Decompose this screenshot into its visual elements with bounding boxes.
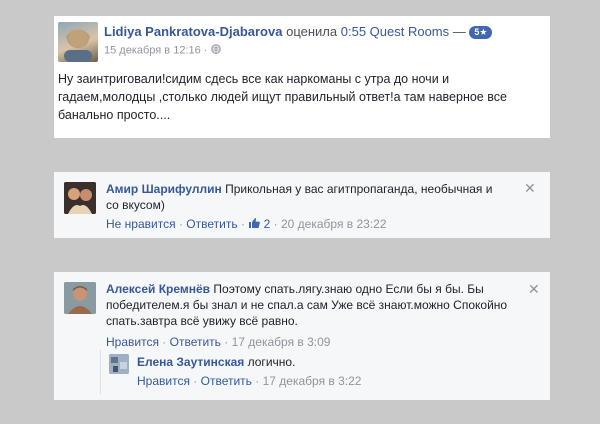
review-meta: 15 декабря в 12:16 · [104, 44, 221, 57]
comment-timestamp-link[interactable]: 17 декабря в 3:09 [232, 335, 331, 349]
reply-text: логично. [247, 355, 296, 369]
reply-actions: Нравится · Ответить · 17 декабря в 3:22 [137, 374, 361, 388]
review-timestamp-link[interactable]: 15 декабря в 12:16 [104, 44, 201, 56]
action-separator: · [178, 217, 183, 231]
reply-link[interactable]: Ответить [201, 374, 252, 388]
close-icon[interactable]: ✕ [528, 282, 540, 296]
comment-card: Амир Шарифуллин Прикольная у вас агитпро… [54, 172, 550, 238]
like-thumb-icon[interactable] [248, 217, 261, 232]
commenter-avatar[interactable] [64, 282, 96, 314]
reply-avatar-image [109, 354, 129, 374]
review-card: Lidiya Pankratova-Djabarova оценила 0:55… [54, 16, 550, 138]
like-link[interactable]: Нравится [137, 374, 190, 388]
commenter-avatar[interactable] [64, 182, 96, 214]
reply-link[interactable]: Ответить [186, 217, 237, 231]
action-separator: · [193, 374, 198, 388]
commenter-name-link[interactable]: Алексей Кремнёв [106, 282, 210, 296]
comment-timestamp-link[interactable]: 20 декабря в 23:22 [281, 217, 387, 231]
reply-avatar[interactable] [109, 354, 129, 374]
header-dash: — [452, 24, 466, 39]
comment-text-block: Алексей Кремнёв Поэтому спать.лягу.знаю … [106, 281, 526, 329]
meta-separator: · [203, 44, 208, 57]
reply-timestamp-link[interactable]: 17 декабря в 3:22 [263, 374, 362, 388]
comment-card: Алексей Кремнёв Поэтому спать.лягу.знаю … [54, 272, 550, 400]
reviewer-name-link[interactable]: Lidiya Pankratova-Djabarova [104, 24, 282, 39]
unlike-link[interactable]: Не нравится [106, 217, 176, 231]
action-separator: · [255, 374, 260, 388]
target-page-link[interactable]: 0:55 Quest Rooms [341, 24, 449, 39]
reply-author-link[interactable]: Елена Заутинская [137, 355, 244, 369]
review-header: Lidiya Pankratova-Djabarova оценила 0:55… [104, 24, 493, 40]
commenter-avatar-image [64, 182, 96, 214]
comment-actions: Нравится · Ответить · 17 декабря в 3:09 [106, 335, 330, 349]
like-link[interactable]: Нравится [106, 335, 159, 349]
action-separator: · [224, 335, 229, 349]
reply-link[interactable]: Ответить [170, 335, 221, 349]
like-count[interactable]: 2 [264, 217, 271, 231]
close-icon[interactable]: ✕ [524, 181, 536, 195]
reply-thread: Елена Заутинская логично. Нравится · Отв… [100, 350, 547, 394]
comment-actions: Не нравится · Ответить · 2 · 20 декабря … [106, 217, 387, 232]
review-body: Ну заинтриговали!сидим сдесь все как нар… [58, 72, 507, 122]
action-separator: · [162, 335, 167, 349]
reviewer-avatar[interactable] [58, 22, 98, 62]
review-action: оценила [286, 24, 338, 39]
commenter-name-link[interactable]: Амир Шарифуллин [106, 182, 222, 196]
rating-badge: 5★ [469, 26, 493, 40]
reviewer-avatar-image [64, 29, 92, 62]
reply-text-block: Елена Заутинская логично. [137, 355, 295, 369]
globe-icon [210, 44, 221, 57]
commenter-avatar-image [64, 282, 96, 314]
comment-text-block: Амир Шарифуллин Прикольная у вас агитпро… [106, 181, 506, 213]
action-separator: · [240, 217, 245, 231]
action-separator: · [273, 217, 278, 231]
